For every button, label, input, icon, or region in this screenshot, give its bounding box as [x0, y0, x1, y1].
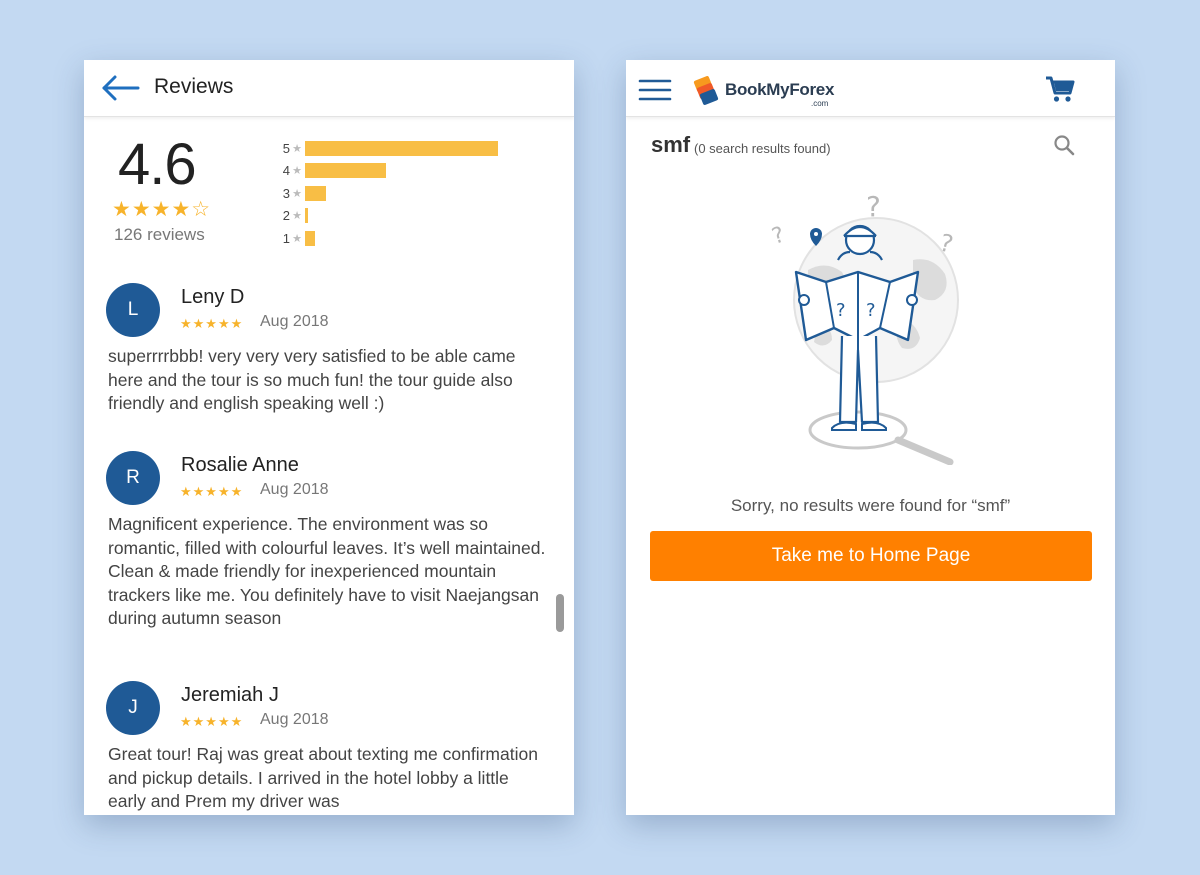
- search-query: smf: [651, 132, 691, 157]
- distribution-row: 3 ★: [280, 182, 498, 205]
- distribution-star-label: 4: [282, 163, 290, 179]
- avatar: J: [106, 681, 160, 735]
- review-text: Magnificent experience. The environment …: [108, 514, 546, 628]
- app-header: BookMyForex .com: [626, 60, 1115, 117]
- review-date: Aug 2018: [260, 313, 329, 330]
- avatar: L: [106, 283, 160, 337]
- distribution-bar: [305, 163, 386, 179]
- average-rating-stars: ★★★★☆: [112, 198, 212, 221]
- reviews-header: Reviews: [84, 60, 574, 117]
- reviewer-name: Rosalie Anne: [181, 454, 299, 476]
- empty-state-message: Sorry, no results were found for “smf”: [730, 496, 1011, 515]
- distribution-star-label: 3: [282, 185, 290, 201]
- rating-summary: 4.6 ★★★★☆ 126 reviews 5 ★ 4 ★ 3 ★ 2 ★ 1 ★: [84, 117, 574, 277]
- reviewer-name: Leny D: [181, 286, 245, 308]
- distribution-row: 5 ★: [280, 137, 498, 160]
- distribution-row: 4 ★: [280, 160, 498, 183]
- svg-text:?: ?: [769, 222, 788, 249]
- lost-traveler-illustration: ? ? ? ? ?: [769, 190, 959, 465]
- reviews-screen: Reviews 4.6 ★★★★☆ 126 reviews 5 ★ 4 ★ 3 ★ 2 ★ 1 ★…: [84, 60, 574, 815]
- hamburger-icon[interactable]: [638, 78, 672, 102]
- star-icon: ★: [292, 187, 302, 200]
- review-date: Aug 2018: [260, 481, 329, 498]
- svg-text:?: ?: [937, 228, 956, 258]
- svg-text:?: ?: [866, 190, 881, 223]
- average-rating: 4.6: [118, 132, 197, 197]
- search-results-screen: BookMyForex .com smf (0 search results f…: [626, 60, 1115, 815]
- star-icon: ★: [292, 232, 302, 245]
- back-arrow-icon[interactable]: [100, 74, 140, 102]
- distribution-bar: [305, 185, 326, 201]
- scrollbar-thumb[interactable]: [556, 594, 564, 632]
- review-stars: ★★★★★: [180, 484, 244, 499]
- distribution-bar: [305, 230, 315, 246]
- star-icon: ★: [292, 142, 302, 155]
- page-title: Reviews: [154, 75, 234, 98]
- logo-suffix: .com: [811, 99, 829, 108]
- star-icon: ★: [292, 165, 302, 178]
- distribution-bar: [305, 208, 308, 224]
- result-count: (0 search results found): [694, 141, 831, 156]
- review-stars: ★★★★★: [180, 316, 244, 331]
- reviewer-name: Jeremiah J: [181, 684, 279, 706]
- distribution-row: 1 ★: [280, 227, 498, 250]
- cart-icon[interactable]: [1044, 74, 1076, 104]
- search-icon[interactable]: [1052, 133, 1076, 157]
- svg-text:?: ?: [866, 300, 876, 321]
- search-summary: smf (0 search results found): [626, 117, 1115, 177]
- distribution-bar: [305, 140, 498, 156]
- review-count: 126 reviews: [114, 225, 205, 244]
- distribution-star-label: 1: [282, 230, 290, 246]
- review-text: Great tour! Raj was great about texting …: [108, 744, 538, 811]
- distribution-row: 2 ★: [280, 205, 498, 228]
- review-stars: ★★★★★: [180, 714, 244, 729]
- logo-icon[interactable]: [689, 76, 721, 106]
- star-icon: ★: [292, 210, 302, 223]
- logo-text[interactable]: BookMyForex: [725, 80, 834, 100]
- home-page-button[interactable]: Take me to Home Page: [650, 531, 1092, 581]
- review-date: Aug 2018: [260, 711, 329, 728]
- distribution-star-label: 5: [282, 140, 290, 156]
- distribution-star-label: 2: [282, 208, 290, 224]
- avatar: R: [106, 451, 160, 505]
- review-text: superrrrbbb! very very very satisfied to…: [108, 346, 516, 413]
- rating-distribution: 5 ★ 4 ★ 3 ★ 2 ★ 1 ★: [280, 137, 498, 250]
- svg-text:?: ?: [836, 300, 846, 321]
